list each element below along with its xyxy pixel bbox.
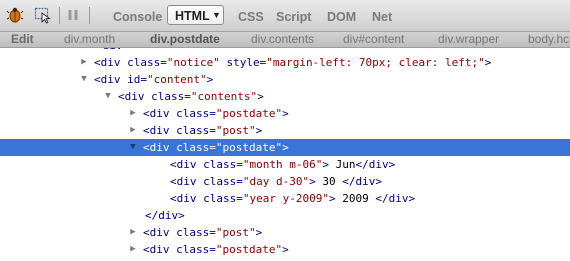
breadcrumb-item[interactable]: div.contents: [251, 32, 314, 47]
toolbar-separator: [59, 7, 60, 24]
tree-row[interactable]: ▶ <div class="notice" style="margin-left…: [0, 54, 570, 71]
inspect-icon[interactable]: [34, 6, 52, 24]
tab-html-label: HTML: [175, 9, 210, 23]
expand-arrow-icon[interactable]: ▶: [79, 54, 89, 71]
tree-row-selected[interactable]: ▼ <div class="postdate">: [0, 139, 570, 156]
breadcrumb-item[interactable]: div#content: [343, 32, 404, 47]
firebug-icon[interactable]: [6, 6, 24, 24]
breadcrumb: Edit div.month div.postdate div.contents…: [0, 32, 570, 48]
breadcrumb-item[interactable]: body.hc: [528, 32, 569, 47]
edit-button[interactable]: Edit: [11, 32, 34, 47]
tree-row[interactable]: ▶ <div class="postdate">: [0, 241, 570, 258]
toolbar: Console HTML ▼ CSS Script DOM Net: [0, 0, 570, 32]
expand-arrow-icon[interactable]: ▶: [128, 241, 138, 258]
collapse-arrow-icon[interactable]: ▼: [128, 139, 138, 156]
collapse-arrow-icon[interactable]: ▼: [103, 88, 113, 105]
tree-row[interactable]: ▶ <div class="post">: [0, 122, 570, 139]
toolbar-separator: [89, 7, 90, 24]
tree-row[interactable]: ▼ <div class="contents">: [0, 88, 570, 105]
expand-arrow-icon[interactable]: ▶: [128, 122, 138, 139]
expand-arrow-icon[interactable]: ▶: [128, 105, 138, 122]
pause-icon[interactable]: [64, 6, 82, 24]
tab-net[interactable]: Net: [372, 10, 392, 24]
tree-row[interactable]: <div class="month m-06"> Jun</div>: [0, 156, 570, 173]
breadcrumb-item[interactable]: div.month: [64, 32, 115, 47]
breadcrumb-item-selected[interactable]: div.postdate: [150, 32, 220, 47]
tree-row[interactable]: ▶ <div class="postdate">: [0, 105, 570, 122]
breadcrumb-item[interactable]: div.wrapper: [438, 32, 499, 47]
tab-dom[interactable]: DOM: [327, 10, 356, 24]
html-tree-panel: <div> ▶ <div class="notice" style="margi…: [0, 48, 570, 261]
expand-arrow-icon[interactable]: ▶: [128, 224, 138, 241]
tab-script[interactable]: Script: [276, 10, 311, 24]
tab-html[interactable]: HTML ▼: [167, 5, 224, 25]
tree-row[interactable]: <div class="day d-30"> 30 </div>: [0, 173, 570, 190]
tab-css[interactable]: CSS: [238, 10, 264, 24]
tree-row[interactable]: </div>: [0, 207, 570, 224]
tree-row[interactable]: ▼ <div id="content">: [0, 71, 570, 88]
tab-console[interactable]: Console: [113, 10, 162, 24]
tree-row[interactable]: <div class="year y-2009"> 2009 </div>: [0, 190, 570, 207]
dropdown-caret-icon[interactable]: ▼: [212, 10, 221, 20]
tree-row[interactable]: ▶ <div class="post">: [0, 224, 570, 241]
collapse-arrow-icon[interactable]: ▼: [79, 71, 89, 88]
